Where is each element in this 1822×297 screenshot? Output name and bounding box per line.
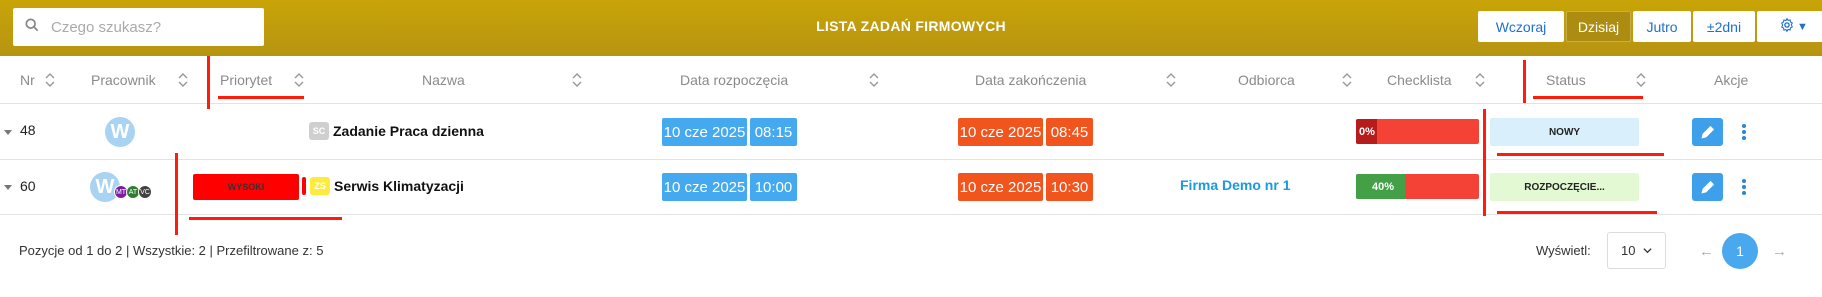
status-badge[interactable]: ROZPOCZĘCIE... xyxy=(1490,173,1639,201)
column-header-employee[interactable]: Pracownik xyxy=(91,56,156,104)
end-date-badge: 10 cze 2025 xyxy=(958,173,1043,201)
pencil-icon xyxy=(1700,180,1714,194)
previous-page-button[interactable]: ← xyxy=(1699,243,1714,260)
status-cell: ROZPOCZĘCIE... xyxy=(1490,173,1639,201)
task-name[interactable]: Serwis Klimatyzacji xyxy=(334,178,464,194)
annotation-mark xyxy=(1533,96,1643,99)
column-header-end-date[interactable]: Data zakończenia xyxy=(975,56,1086,104)
checklist-progress: 40% xyxy=(1356,174,1479,199)
end-time-badge: 10:30 xyxy=(1046,173,1093,201)
checklist-fill: 40% xyxy=(1356,174,1406,199)
annotation-mark xyxy=(1497,153,1664,156)
annotation-mark xyxy=(175,153,178,235)
expand-row-icon[interactable] xyxy=(3,182,13,192)
start-date-badge: 10 cze 2025 xyxy=(662,173,747,201)
end-date-cell: 10 cze 2025 08:45 xyxy=(958,118,1093,146)
start-time-badge: 08:15 xyxy=(750,118,797,146)
employee-cell: W MT AT VC xyxy=(90,172,152,202)
actions-cell xyxy=(1692,118,1747,146)
employee-cell: W xyxy=(105,117,135,147)
table-row[interactable]: 48 W SC Zadanie Praca dzienna 10 cze 202… xyxy=(0,104,1822,160)
plus-minus-two-days-button[interactable]: ±2dni xyxy=(1693,11,1755,42)
status-badge[interactable]: NOWY xyxy=(1490,118,1639,146)
column-header-actions: Akcje xyxy=(1714,72,1749,88)
sort-icon[interactable] xyxy=(178,73,188,87)
edit-button[interactable] xyxy=(1692,118,1723,146)
expand-row-icon[interactable] xyxy=(3,127,13,137)
end-date-cell: 10 cze 2025 10:30 xyxy=(958,173,1093,201)
current-page-button[interactable]: 1 xyxy=(1722,233,1758,269)
task-type-badge: ZS xyxy=(310,177,330,195)
avatar[interactable]: VC xyxy=(138,185,152,199)
sort-icon[interactable] xyxy=(45,73,55,87)
annotation-mark xyxy=(1483,109,1486,216)
recipient-link[interactable]: Firma Demo nr 1 xyxy=(1180,177,1290,193)
end-time-badge: 08:45 xyxy=(1046,118,1093,146)
avatar[interactable]: W xyxy=(105,117,135,147)
sort-icon[interactable] xyxy=(1166,73,1176,87)
more-options-icon[interactable] xyxy=(1741,123,1747,141)
end-date-badge: 10 cze 2025 xyxy=(958,118,1043,146)
edit-button[interactable] xyxy=(1692,173,1723,201)
column-header-checklist[interactable]: Checklista xyxy=(1387,56,1452,104)
start-date-cell: 10 cze 2025 08:15 xyxy=(662,118,797,146)
task-name[interactable]: Zadanie Praca dzienna xyxy=(333,123,484,139)
start-date-cell: 10 cze 2025 10:00 xyxy=(662,173,797,201)
task-number: 48 xyxy=(20,122,36,138)
page-size-label: Wyświetl: xyxy=(1536,243,1591,258)
annotation-mark xyxy=(207,56,210,109)
checklist-fill: 0% xyxy=(1356,119,1377,144)
chevron-down-icon xyxy=(1643,248,1653,254)
sort-icon[interactable] xyxy=(572,73,582,87)
column-header-start-date[interactable]: Data rozpoczęcia xyxy=(680,56,788,104)
page-size-select[interactable]: 10 xyxy=(1607,232,1666,269)
top-bar: LISTA ZADAŃ FIRMOWYCH Wczoraj Dzisiaj Ju… xyxy=(0,0,1822,56)
start-time-badge: 10:00 xyxy=(750,173,797,201)
task-number: 60 xyxy=(20,178,36,194)
today-button[interactable]: Dzisiaj xyxy=(1566,11,1631,42)
co-workers-avatars: MT AT VC xyxy=(114,185,152,199)
name-cell: ZS Serwis Klimatyzacji xyxy=(302,177,464,195)
task-list-app: LISTA ZADAŃ FIRMOWYCH Wczoraj Dzisiaj Ju… xyxy=(0,0,1822,297)
date-filter-group: Wczoraj Dzisiaj Jutro ±2dni ▼ xyxy=(1478,11,1822,42)
gear-icon xyxy=(1779,17,1795,36)
priority-marker xyxy=(302,177,306,195)
priority-badge: WYSOKI xyxy=(193,174,299,200)
column-header-nr[interactable]: Nr xyxy=(20,56,35,104)
column-header-name[interactable]: Nazwa xyxy=(422,56,465,104)
sort-icon[interactable] xyxy=(294,73,304,87)
next-page-button[interactable]: → xyxy=(1772,243,1787,260)
yesterday-button[interactable]: Wczoraj xyxy=(1478,11,1564,42)
sort-icon[interactable] xyxy=(1475,73,1485,87)
priority-cell: WYSOKI xyxy=(193,174,299,200)
tomorrow-button[interactable]: Jutro xyxy=(1633,11,1691,42)
status-cell: NOWY xyxy=(1490,118,1639,146)
annotation-mark xyxy=(218,96,304,99)
settings-dropdown-button[interactable]: ▼ xyxy=(1757,11,1822,42)
chevron-down-icon: ▼ xyxy=(1797,20,1808,33)
page-size-value: 10 xyxy=(1621,243,1636,258)
column-header-recipient[interactable]: Odbiorca xyxy=(1238,56,1295,104)
task-type-badge: SC xyxy=(309,122,329,140)
sort-icon[interactable] xyxy=(1636,73,1646,87)
pagination-summary: Pozycje od 1 do 2 | Wszystkie: 2 | Przef… xyxy=(19,243,324,258)
start-date-badge: 10 cze 2025 xyxy=(662,118,747,146)
annotation-mark xyxy=(1497,211,1657,214)
sort-icon[interactable] xyxy=(869,73,879,87)
actions-cell xyxy=(1692,173,1747,201)
checklist-progress: 0% xyxy=(1356,119,1479,144)
annotation-mark xyxy=(1523,60,1526,103)
pencil-icon xyxy=(1700,125,1714,139)
sort-icon[interactable] xyxy=(1342,73,1352,87)
name-cell: SC Zadanie Praca dzienna xyxy=(309,122,484,140)
table-row[interactable]: 60 W MT AT VC WYSOKI ZS Serwis Klimatyzacj… xyxy=(0,159,1822,215)
annotation-mark xyxy=(189,217,342,220)
more-options-icon[interactable] xyxy=(1741,178,1747,196)
